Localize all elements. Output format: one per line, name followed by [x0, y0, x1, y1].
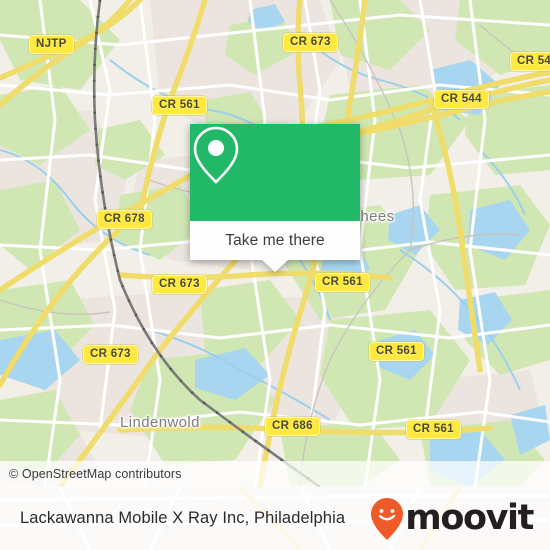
place-label-lindenwold: Lindenwold — [120, 414, 200, 431]
map-attribution-bar: © OpenStreetMap contributors — [0, 461, 550, 487]
moovit-smiley-pin-icon — [371, 497, 404, 540]
road-shield-njtp[interactable]: NJTP — [29, 35, 74, 54]
footer-content: Lackawanna Mobile X Ray Inc, Philadelphi… — [0, 487, 550, 550]
road-shield-cr686[interactable]: CR 686 — [265, 417, 320, 436]
moovit-wordmark: moovit — [405, 498, 534, 538]
screenshot-root: NJTP CR 673 CR 544 CR 561 CR 544 CR 678 … — [0, 0, 550, 550]
road-shield-cr561-c[interactable]: CR 561 — [315, 273, 370, 292]
road-shield-cr544-e[interactable]: CR 544 — [510, 52, 550, 71]
popup-card-pointer — [262, 260, 288, 272]
moovit-brand[interactable]: moovit — [370, 497, 550, 541]
popup-card-header — [190, 124, 360, 221]
road-shield-cr673-w[interactable]: CR 673 — [152, 275, 207, 294]
popup-card-action[interactable]: Take me there — [190, 221, 360, 272]
road-shield-cr678[interactable]: CR 678 — [97, 210, 152, 229]
map-canvas[interactable]: NJTP CR 673 CR 544 CR 561 CR 544 CR 678 … — [0, 0, 550, 487]
road-shield-cr673-n[interactable]: CR 673 — [283, 33, 338, 52]
road-shield-cr561-s[interactable]: CR 561 — [406, 420, 461, 439]
location-title: Lackawanna Mobile X Ray Inc, Philadelphi… — [20, 509, 346, 527]
road-shield-cr561-nw[interactable]: CR 561 — [152, 96, 207, 115]
map-pin-icon — [193, 126, 239, 184]
place-label-voorhees: rhees — [355, 208, 395, 225]
road-shield-cr673-sw[interactable]: CR 673 — [83, 345, 138, 364]
footer-bar: Lackawanna Mobile X Ray Inc, Philadelphi… — [0, 487, 550, 550]
road-shield-cr561-se[interactable]: CR 561 — [369, 342, 424, 361]
osm-attribution-text[interactable]: © OpenStreetMap contributors — [0, 467, 182, 481]
location-popup-card[interactable]: Take me there — [190, 124, 360, 272]
road-shield-cr544-ne[interactable]: CR 544 — [434, 90, 489, 109]
take-me-there-label: Take me there — [225, 231, 325, 249]
